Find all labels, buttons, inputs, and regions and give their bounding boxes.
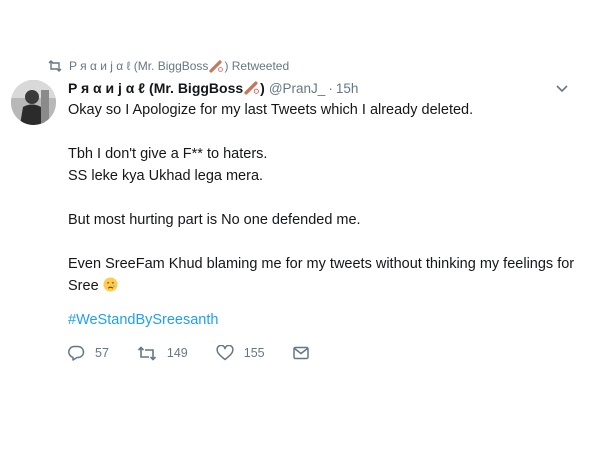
- direct-message-button[interactable]: [292, 346, 319, 360]
- mail-icon: [292, 346, 309, 360]
- user-handle[interactable]: @PranJ_: [269, 81, 325, 96]
- tweet-text: Okay so I Apologize for my last Tweets w…: [68, 99, 588, 297]
- tweet-line: Sree: [68, 278, 99, 294]
- baseball-bat-emoji-icon: [209, 59, 224, 73]
- retweeted-label: ) Retweeted: [224, 59, 290, 73]
- tweet-line: But most hurting part is No one defended…: [68, 212, 361, 228]
- tweet-line: Even SreeFam Khud blaming me for my twee…: [68, 256, 575, 272]
- reply-count: 57: [95, 346, 109, 360]
- retweet-icon: [137, 345, 156, 361]
- retweet-count: 149: [166, 346, 188, 360]
- retweeter-name[interactable]: P я α и j α ℓ (Mr. BiggBoss: [69, 59, 208, 73]
- reply-button[interactable]: 57: [68, 345, 109, 361]
- tweet-header: P я α и j α ℓ (Mr. BiggBoss ) @PranJ_ · …: [68, 80, 358, 96]
- retweet-button[interactable]: 149: [137, 345, 188, 361]
- avatar-image: [11, 80, 56, 125]
- reply-icon: [68, 345, 85, 361]
- chevron-down-icon[interactable]: [556, 84, 568, 94]
- retweet-icon: [48, 60, 62, 72]
- tweet-line: Tbh I don't give a F** to haters.: [68, 146, 268, 162]
- tweet-line-with-emoji: Sree: [68, 275, 588, 297]
- baseball-bat-emoji-icon: [244, 81, 259, 95]
- display-name-suffix: ): [260, 80, 265, 96]
- timestamp[interactable]: 15h: [336, 81, 359, 96]
- tweet-line: SS leke kya Ukhad lega mera.: [68, 168, 264, 184]
- tweet-line: Okay so I Apologize for my last Tweets w…: [68, 102, 474, 118]
- hashtag-link[interactable]: #WeStandBySreesanth: [68, 312, 218, 328]
- display-name[interactable]: P я α и j α ℓ (Mr. BiggBoss: [68, 80, 243, 96]
- crying-face-emoji-icon: [103, 277, 118, 292]
- tweet-card[interactable]: P я α и j α ℓ (Mr. BiggBoss ) Retweeted …: [0, 0, 600, 450]
- separator: ·: [328, 81, 333, 96]
- like-button[interactable]: 155: [216, 345, 265, 361]
- retweet-context[interactable]: P я α и j α ℓ (Mr. BiggBoss ) Retweeted: [48, 59, 289, 73]
- tweet-actions: 57 149 155: [68, 345, 347, 361]
- avatar[interactable]: [11, 80, 56, 125]
- like-count: 155: [243, 346, 265, 360]
- heart-icon: [216, 345, 234, 361]
